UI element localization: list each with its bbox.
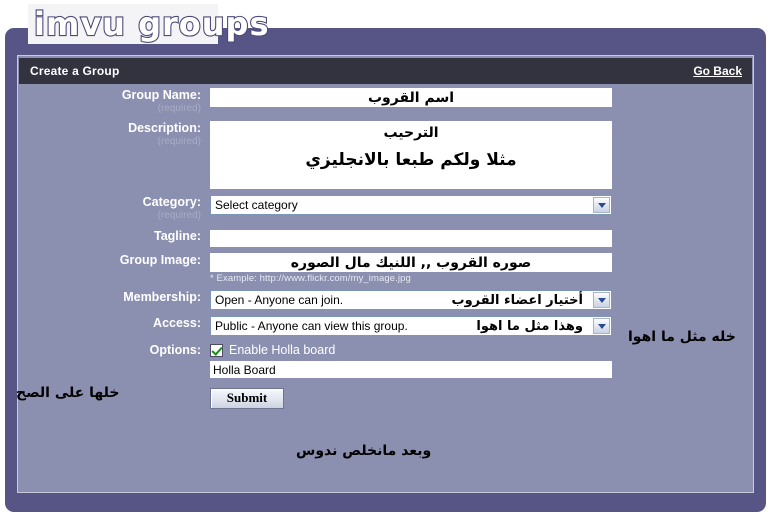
group-image-input[interactable]: صوره القروب ,, اللنيك مال الصوره	[210, 253, 612, 272]
row-category: Category: (required) Select category	[19, 195, 752, 222]
tagline-label: Tagline:	[154, 229, 201, 243]
submit-field-cell: Submit	[210, 387, 752, 409]
row-membership: Membership: Open - Anyone can join. أختي…	[19, 290, 752, 310]
tagline-label-cell: Tagline:	[19, 229, 210, 244]
group-image-field-cell: صوره القروب ,, اللنيك مال الصوره * Examp…	[210, 253, 752, 284]
imvu-groups-logo: imvu groups	[33, 4, 270, 44]
description-label: Description:	[128, 121, 201, 135]
row-tagline: Tagline:	[19, 229, 752, 247]
page-title: Create a Group	[30, 64, 120, 78]
group-image-label-cell: Group Image:	[19, 253, 210, 268]
create-group-form: Group Name: (required) اسم القروب Descri…	[19, 88, 752, 488]
membership-overlay-note: أختيار اعضاء القروب	[451, 292, 583, 308]
holla-board-name-input[interactable]	[210, 361, 612, 378]
category-label-cell: Category: (required)	[19, 195, 210, 222]
group-name-label: Group Name:	[121, 88, 201, 102]
access-label-cell: Access:	[19, 316, 210, 331]
go-back-link[interactable]: Go Back	[693, 64, 742, 78]
chevron-down-icon[interactable]	[593, 318, 610, 334]
annotation-membership: خله مثل ما اهوا	[628, 329, 736, 345]
group-name-label-cell: Group Name: (required)	[19, 88, 210, 115]
row-submit: Submit	[19, 387, 752, 409]
membership-label: Membership:	[123, 290, 201, 304]
description-label-cell: Description: (required)	[19, 121, 210, 148]
row-group-image: Group Image: صوره القروب ,, اللنيك مال ا…	[19, 253, 752, 284]
annotation-options: خلها على الصح	[16, 385, 120, 401]
access-selected-value: Public - Anyone can view this group.	[215, 319, 408, 333]
submit-button[interactable]: Submit	[210, 387, 284, 409]
category-required-note: (required)	[157, 210, 201, 221]
annotation-submit: وبعد مانخلص ندوس	[296, 443, 432, 459]
enable-holla-board-row[interactable]: Enable Holla board	[210, 343, 752, 357]
row-group-name: Group Name: (required) اسم القروب	[19, 88, 752, 115]
membership-label-cell: Membership:	[19, 290, 210, 305]
chevron-down-icon[interactable]	[593, 197, 610, 213]
description-line-1: الترحيب	[383, 125, 439, 141]
panel-header: Create a Group Go Back	[19, 58, 752, 84]
group-image-label: Group Image:	[119, 253, 201, 267]
group-name-required-note: (required)	[157, 103, 201, 114]
enable-holla-board-checkbox[interactable]	[210, 343, 223, 357]
options-field-cell: Enable Holla board	[210, 343, 752, 379]
membership-field-cell: Open - Anyone can join. أختيار اعضاء الق…	[210, 290, 752, 310]
enable-holla-board-label: Enable Holla board	[229, 343, 336, 357]
group-name-input[interactable]: اسم القروب	[210, 88, 612, 107]
membership-select[interactable]: Open - Anyone can join. أختيار اعضاء الق…	[210, 290, 612, 310]
category-field-cell: Select category	[210, 195, 752, 215]
group-image-hint: * Example: http://www.flickr.com/my_imag…	[210, 273, 411, 284]
row-description: Description: (required) الترحيب مثلا ولك…	[19, 121, 752, 189]
category-selected-value: Select category	[215, 198, 298, 212]
chevron-down-icon[interactable]	[593, 292, 610, 308]
description-textarea[interactable]: الترحيب مثلا ولكم طبعا بالانجليزي	[210, 121, 612, 189]
category-select[interactable]: Select category	[210, 195, 612, 215]
description-field-cell: الترحيب مثلا ولكم طبعا بالانجليزي	[210, 121, 752, 189]
access-select[interactable]: Public - Anyone can view this group. وهذ…	[210, 316, 612, 336]
category-label: Category:	[142, 195, 201, 209]
description-required-note: (required)	[157, 136, 201, 147]
group-name-field-cell: اسم القروب	[210, 88, 752, 107]
row-options: Options: Enable Holla board	[19, 343, 752, 379]
tagline-field-cell	[210, 229, 752, 247]
membership-selected-value: Open - Anyone can join.	[215, 293, 344, 307]
description-line-2: مثلا ولكم طبعا بالانجليزي	[305, 150, 517, 170]
options-label-cell: Options:	[19, 343, 210, 358]
access-label: Access:	[153, 316, 201, 330]
tagline-input[interactable]	[210, 229, 612, 247]
options-label: Options:	[149, 343, 201, 357]
access-overlay-note: وهذا مثل ما اهوا	[476, 318, 583, 334]
